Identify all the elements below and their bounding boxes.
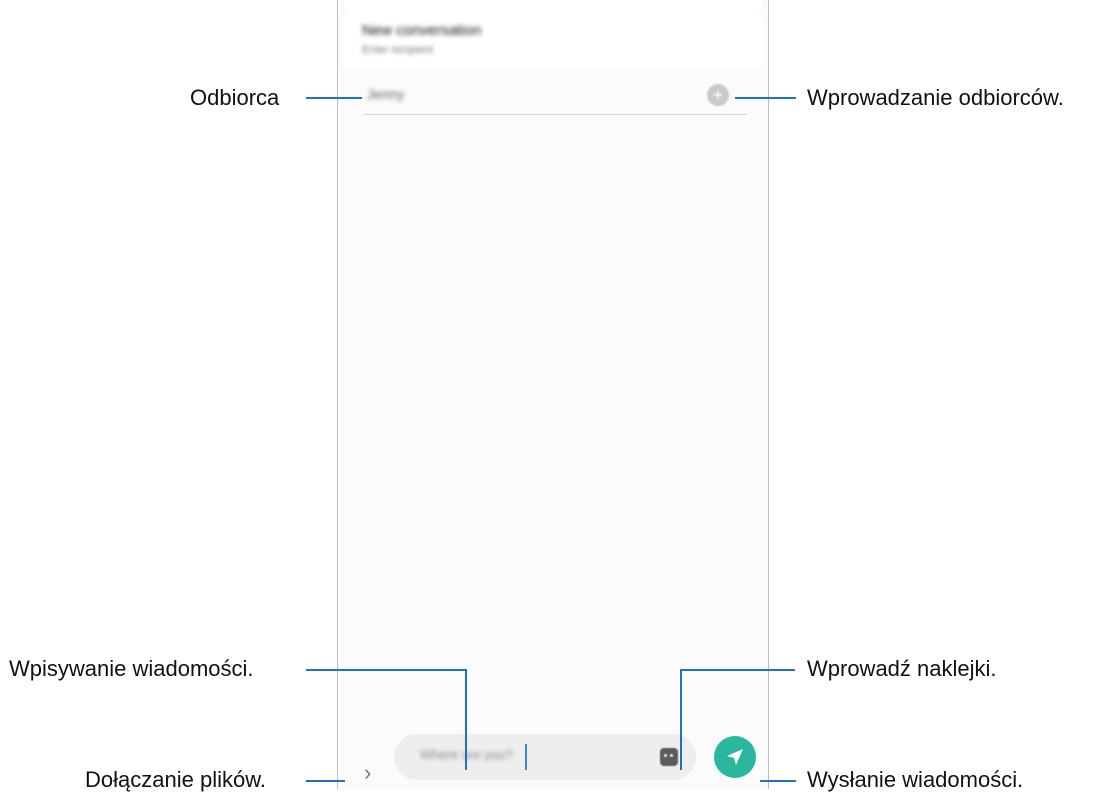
callout-send-message: Wysłanie wiadomości.: [807, 767, 1024, 792]
stickers-leader: [680, 669, 795, 770]
callout-attach-files: Dołączanie plików.: [85, 767, 266, 792]
callout-enter-recipients: Wprowadzanie odbiorców.: [807, 85, 1064, 110]
callout-type-message: Wpisywanie wiadomości.: [9, 656, 254, 681]
type-message-leader: [306, 669, 467, 770]
callout-recipient: Odbiorca: [190, 85, 280, 110]
callout-stickers: Wprowadź naklejki.: [807, 656, 997, 681]
